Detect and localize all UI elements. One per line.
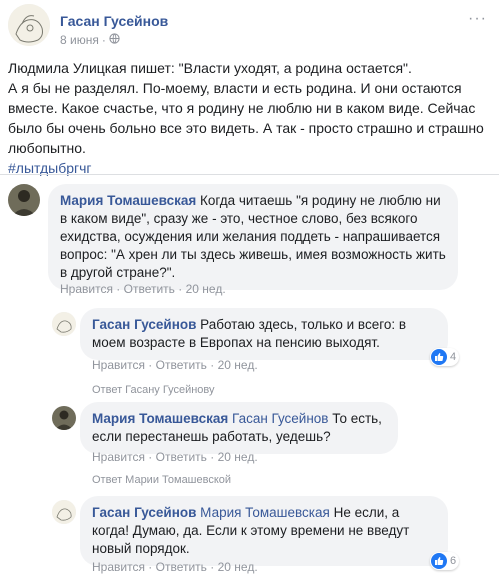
comment: Мария Томашевская Когда читаешь "я родин… xyxy=(8,184,491,296)
reply-to-label[interactable]: Ответ Марии Томашевской xyxy=(92,474,231,486)
comment-author[interactable]: Мария Томашевская xyxy=(60,193,196,208)
comment-time[interactable]: 20 нед. xyxy=(218,358,258,372)
post-meta: 8 июня · xyxy=(60,33,120,47)
comment-bubble: Гасан Гусейнов Работаю здесь, только и в… xyxy=(80,308,448,360)
comment-author[interactable]: Мария Томашевская xyxy=(92,411,228,426)
reaction-count: 4 xyxy=(450,351,457,363)
post-hashtag[interactable]: #лытдыбргчг xyxy=(8,158,491,178)
reply-link[interactable]: Ответить xyxy=(156,560,207,574)
comment-time[interactable]: 20 нед. xyxy=(186,282,226,296)
comment-bubble: Мария Томашевская Гасан Гусейнов То есть… xyxy=(80,402,398,454)
comment-actions: Нравится · Ответить · 20 нед. xyxy=(92,450,258,464)
like-link[interactable]: Нравится xyxy=(92,358,145,372)
comment: Гасан Гусейнов Мария Томашевская Не если… xyxy=(52,496,492,578)
comment: Гасан Гусейнов Работаю здесь, только и в… xyxy=(52,308,492,396)
reaction-badge[interactable]: 6 xyxy=(430,552,460,570)
comment-mention[interactable]: Гасан Гусейнов xyxy=(232,411,328,426)
comment-bubble: Гасан Гусейнов Мария Томашевская Не если… xyxy=(80,496,448,566)
comment-author[interactable]: Гасан Гусейнов xyxy=(92,505,196,520)
thumbs-up-icon xyxy=(431,553,447,569)
post-date[interactable]: 8 июня xyxy=(60,33,99,47)
comment-author[interactable]: Гасан Гусейнов xyxy=(92,317,196,332)
post-line-2: А я бы не разделял. По-моему, власти и е… xyxy=(8,80,484,156)
reply-link[interactable]: Ответить xyxy=(156,358,207,372)
author-avatar[interactable] xyxy=(8,4,50,46)
post-header: Гасан Гусейнов 8 июня · ··· xyxy=(8,4,491,50)
commenter-avatar[interactable] xyxy=(8,184,40,216)
comment-time[interactable]: 20 нед. xyxy=(218,560,258,574)
reaction-count: 6 xyxy=(450,555,457,567)
comment-actions: Нравится · Ответить · 20 нед. xyxy=(60,282,226,296)
reaction-badge[interactable]: 4 xyxy=(430,348,460,366)
comment-bubble: Мария Томашевская Когда читаешь "я родин… xyxy=(48,184,458,290)
meta-separator: · xyxy=(101,33,106,47)
comment: Мария Томашевская Гасан Гусейнов То есть… xyxy=(52,402,492,488)
more-icon[interactable]: ··· xyxy=(468,10,487,28)
divider xyxy=(0,174,499,175)
commenter-avatar[interactable] xyxy=(52,312,76,336)
commenter-avatar[interactable] xyxy=(52,406,76,430)
comment-time[interactable]: 20 нед. xyxy=(218,450,258,464)
comment-actions: Нравится · Ответить · 20 нед. xyxy=(92,358,258,372)
post-line-1: Людмила Улицкая пишет: "Власти уходят, а… xyxy=(8,60,412,76)
reply-to-label[interactable]: Ответ Гасану Гусейнову xyxy=(92,384,215,396)
like-link[interactable]: Нравится xyxy=(60,282,113,296)
like-link[interactable]: Нравится xyxy=(92,450,145,464)
like-link[interactable]: Нравится xyxy=(92,560,145,574)
globe-icon xyxy=(109,33,120,47)
post-body: Людмила Улицкая пишет: "Власти уходят, а… xyxy=(8,58,491,178)
reply-link[interactable]: Ответить xyxy=(156,450,207,464)
comment-mention[interactable]: Мария Томашевская xyxy=(200,505,330,520)
reply-link[interactable]: Ответить xyxy=(124,282,175,296)
post-author[interactable]: Гасан Гусейнов xyxy=(60,13,168,29)
thumbs-up-icon xyxy=(431,349,447,365)
comment-actions: Нравится · Ответить · 20 нед. xyxy=(92,560,258,574)
commenter-avatar[interactable] xyxy=(52,500,76,524)
